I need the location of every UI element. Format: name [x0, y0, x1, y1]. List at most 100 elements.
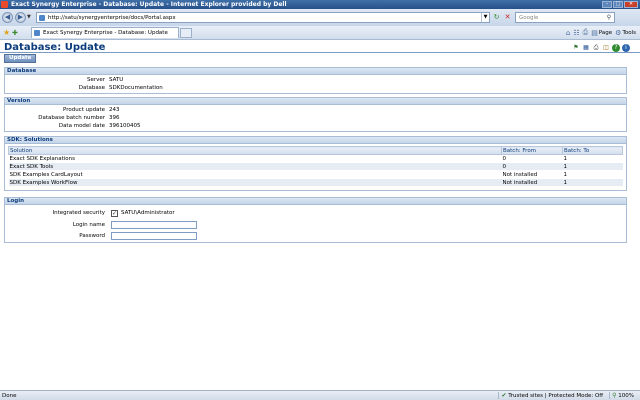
zoom-level[interactable]: ⚲ 100% [609, 392, 636, 399]
print-button[interactable]: ⎙ [583, 28, 589, 37]
address-url[interactable]: http://satu/synergyenterprise/docs/Porta… [48, 15, 176, 21]
window-title: Exact Synergy Enterprise - Database: Upd… [11, 1, 287, 8]
new-tab-button[interactable] [180, 27, 192, 38]
window-controls: – □ ✕ [602, 1, 638, 8]
zoom-text: 100% [618, 393, 634, 399]
ie-app-icon [1, 1, 8, 8]
server-value: SATU [109, 77, 124, 83]
version-section-heading: Version [5, 98, 626, 105]
page-icon [39, 14, 45, 21]
address-bar[interactable]: http://satu/synergyenterprise/docs/Porta… [36, 12, 490, 23]
search-icon[interactable]: ⚲ [605, 14, 613, 21]
batch-number-value: 396 [109, 115, 120, 121]
close-button[interactable]: ✕ [624, 1, 638, 8]
help-icon[interactable]: ? [612, 44, 620, 52]
solution-name: Exact SDK Tools [8, 162, 502, 171]
batch-to: 1 [562, 154, 623, 163]
login-name-label: Login name [72, 222, 105, 228]
update-button[interactable]: Update [4, 54, 37, 63]
status-text: Done [2, 392, 17, 399]
home-icon: ⌂ [565, 28, 571, 37]
tab-command-bar: ★ ✚ Exact Synergy Enterprise - Database:… [0, 26, 640, 40]
search-placeholder: Google [519, 14, 539, 21]
password-label: Password [79, 233, 105, 239]
refresh-icon[interactable]: ↻ [492, 13, 501, 22]
login-section-heading: Login [5, 198, 626, 205]
solutions-section-heading: SDK: Solutions [5, 137, 626, 144]
table-row: Exact SDK Tools 0 1 [8, 162, 623, 171]
add-favorites-icon[interactable]: ✚ [12, 29, 21, 37]
forward-button[interactable]: ▶ [15, 12, 26, 23]
home-button[interactable]: ⌂ [566, 28, 570, 37]
page-tool-icons: ⚑ ▦ ⎙ ◫ ? i [572, 44, 630, 52]
page-menu-icon: ▤ [591, 28, 598, 37]
table-row: SDK Examples CardLayout Not installed 1 [8, 170, 623, 179]
stop-icon[interactable]: ✕ [503, 13, 512, 22]
version-section: Version Product update 243 Database batc… [4, 97, 627, 132]
search-box[interactable]: Google ⚲ [515, 12, 615, 23]
solution-name: SDK Examples CardLayout [8, 170, 502, 179]
page-content: Database: Update ⚑ ▦ ⎙ ◫ ? i Update Data… [0, 41, 640, 390]
back-button[interactable]: ◀ [2, 12, 13, 23]
table-row: SDK Examples WorkFlow Not installed 1 [8, 178, 623, 187]
integrated-security-checkbox[interactable]: ✓ [111, 210, 118, 217]
print-page-icon[interactable]: ⎙ [592, 44, 600, 52]
title-divider [0, 52, 640, 53]
table-header-row: Solution Batch: From Batch: To [8, 146, 623, 155]
favorite-page-icon[interactable]: ⚑ [572, 44, 580, 52]
data-model-date-label: Data model date [58, 123, 105, 129]
security-zone[interactable]: ✔ Trusted sites | Protected Mode: Off [498, 392, 605, 399]
integrated-security-label: Integrated security [52, 210, 105, 216]
address-toolbar: ◀ ▶ ▼ http://satu/synergyenterprise/docs… [0, 9, 640, 26]
tab-label: Exact Synergy Enterprise - Database: Upd… [43, 30, 168, 36]
maximize-button[interactable]: □ [613, 1, 623, 8]
solutions-section: SDK: Solutions Solution Batch: From Batc… [4, 136, 627, 191]
browser-tab[interactable]: Exact Synergy Enterprise - Database: Upd… [31, 27, 179, 38]
login-name-field[interactable] [111, 221, 197, 229]
database-value: SDKDocumentation [109, 85, 163, 91]
export-icon[interactable]: ◫ [602, 44, 610, 52]
tools-menu-icon: ⚙ [615, 28, 622, 37]
batch-from: 0 [501, 154, 563, 163]
command-bar: ⌂ ☷ ⎙ ▤ Page ⚙ Tools [566, 28, 636, 37]
info-icon[interactable]: i [622, 44, 630, 52]
server-label: Server [86, 77, 105, 83]
solutions-table: Solution Batch: From Batch: To Exact SDK… [8, 146, 623, 187]
batch-to: 1 [562, 170, 623, 179]
column-header-solution[interactable]: Solution [8, 146, 502, 155]
database-section-heading: Database [5, 68, 626, 75]
database-section: Database Server SATU Database SDKDocumen… [4, 67, 627, 94]
column-header-batch-to[interactable]: Batch: To [562, 146, 623, 155]
solution-name: Exact SDK Explanations [8, 154, 502, 163]
grid-view-icon[interactable]: ▦ [582, 44, 590, 52]
address-dropdown-icon[interactable]: ▼ [481, 13, 489, 22]
history-dropdown-icon[interactable]: ▼ [27, 13, 32, 22]
login-section: Login Integrated security ✓ SATU\Adminis… [4, 197, 627, 243]
batch-to: 1 [562, 162, 623, 171]
batch-from: Not installed [501, 170, 563, 179]
product-update-value: 243 [109, 107, 120, 113]
print-icon: ⎙ [582, 28, 589, 36]
database-label: Database [78, 85, 105, 91]
solution-name: SDK Examples WorkFlow [8, 178, 502, 187]
batch-number-label: Database batch number [38, 115, 105, 121]
status-bar-right: ✔ Trusted sites | Protected Mode: Off ⚲ … [498, 392, 636, 399]
tools-menu[interactable]: ⚙ Tools [615, 28, 636, 37]
trusted-sites-icon: ✔ [501, 392, 507, 399]
favorites-star-icon[interactable]: ★ [3, 28, 12, 37]
zone-text: Trusted sites | Protected Mode: Off [508, 393, 604, 399]
batch-from: 0 [501, 162, 563, 171]
page-menu[interactable]: ▤ Page [591, 28, 612, 37]
page-menu-label: Page [598, 29, 613, 36]
minimize-button[interactable]: – [602, 1, 612, 8]
column-header-batch-from[interactable]: Batch: From [501, 146, 563, 155]
status-bar: Done ✔ Trusted sites | Protected Mode: O… [0, 390, 640, 400]
feeds-button[interactable]: ☷ [573, 28, 579, 37]
tab-page-icon [34, 30, 40, 36]
integrated-security-account: SATU\Administrator [121, 210, 175, 216]
batch-from: Not installed [501, 178, 563, 187]
zoom-icon: ⚲ [612, 392, 617, 399]
window-title-bar: Exact Synergy Enterprise - Database: Upd… [0, 0, 640, 9]
password-field[interactable] [111, 232, 197, 240]
data-model-date-value: 396100405 [109, 123, 141, 129]
